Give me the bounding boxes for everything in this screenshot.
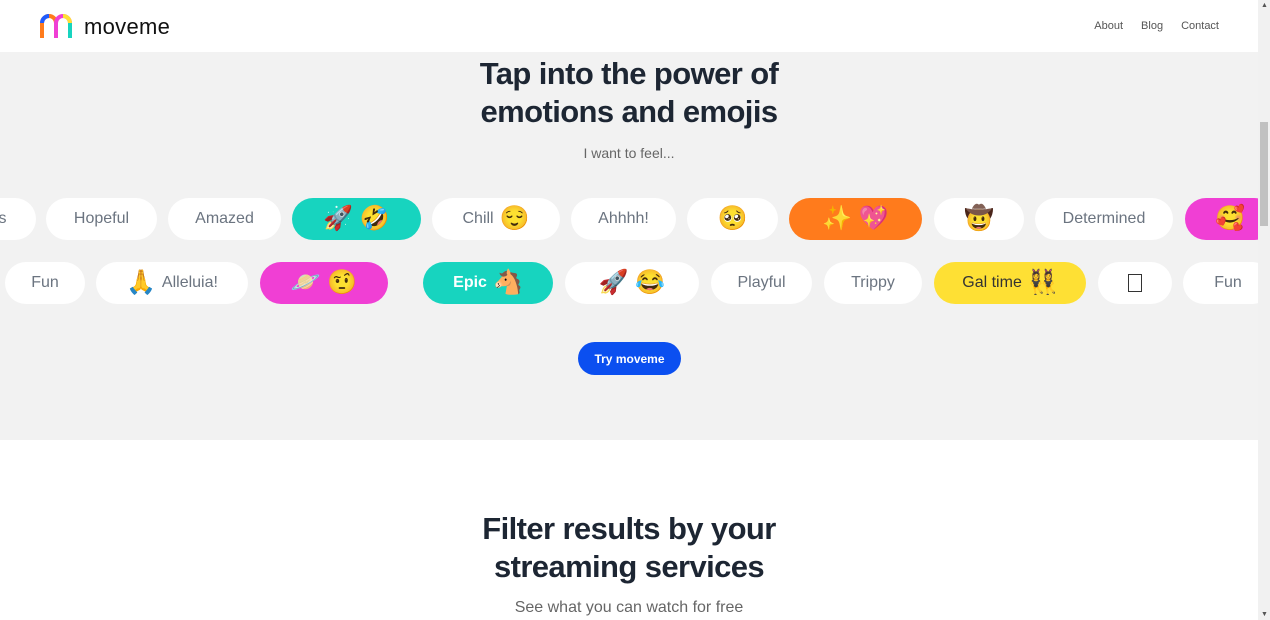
mood-chip-label: es [0,210,7,227]
mood-chip-label: Trippy [851,274,895,291]
emoji-icon: 🚀 😂 [598,269,666,296]
top-nav: About Blog Contact [1094,20,1219,32]
streaming-title: Filter results by your streaming services [0,510,1258,586]
scrollbar[interactable]: ▲ ▼ [1258,0,1270,620]
mood-chip-label: Amazed [195,210,254,227]
page: moveme About Blog Contact Tap into the p… [0,0,1258,620]
mood-chip[interactable]: 🪐 🤨 [260,262,388,304]
emoji-icon: 🥰 [1215,205,1245,232]
mood-chip-label: Fun [31,274,59,291]
hero-title-line1: Tap into the power of [479,56,779,91]
mood-chip[interactable]: 🥰 [1185,198,1258,240]
mood-chip[interactable]: Determined [1035,198,1173,240]
mood-chip-label: Epic [453,274,487,291]
mood-chip[interactable]: Hopeful [46,198,157,240]
site-header: moveme About Blog Contact [0,0,1258,52]
mood-chip[interactable]: Trippy [824,262,922,304]
emoji-icon: 🤠 [964,205,994,232]
mood-chip-label: Hopeful [73,210,130,227]
hero-subtitle: I want to feel... [583,145,675,161]
mood-chip[interactable] [1098,262,1172,304]
moveme-logo-icon [40,14,72,38]
emoji-icon: 😌 [499,205,530,232]
streaming-title-line1: Filter results by your [482,511,776,546]
emoji-icon: 👯‍♀️ [1027,269,1058,296]
logo[interactable]: moveme [40,14,170,38]
scrollbar-thumb[interactable] [1260,122,1268,226]
scroll-up-icon[interactable]: ▲ [1261,2,1268,9]
mood-chip[interactable]: 🙏 Alleluia! [96,262,248,304]
mood-chip[interactable]: Fun [5,262,85,304]
hero-title: Tap into the power of emotions and emojis [0,55,1258,131]
emoji-icon: 🚀 🤣 [323,205,390,232]
mood-chip[interactable]: Epic 🐴 [423,262,553,304]
nav-blog[interactable]: Blog [1141,20,1163,32]
emoji-icon: 🥺 [717,205,748,232]
emoji-icon: 🪐 🤨 [290,269,358,296]
emoji-icon: 🙏 [126,269,156,296]
mood-chip[interactable]: Chill 😌 [432,198,560,240]
brand-name: moveme [84,14,171,39]
streaming-title-line2: streaming services [493,549,765,584]
mood-chip[interactable]: Gal time 👯‍♀️ [934,262,1086,304]
nav-contact[interactable]: Contact [1181,20,1219,32]
mood-chip[interactable]: 🥺 [687,198,778,240]
mood-chip-label: Fun [1214,274,1242,291]
nav-about[interactable]: About [1094,20,1123,32]
mood-chip-label: Ahhhh! [598,210,649,227]
emoji-icon: 🐴 [492,269,523,296]
mood-chip-label: Gal time [962,274,1022,291]
streaming-subtitle: See what you can watch for free [514,599,744,616]
missing-glyph-icon [1128,274,1142,292]
mood-chip[interactable]: Ahhhh! [571,198,676,240]
mood-chip-label: Chill [462,210,494,227]
mood-chip-label: Alleluia! [161,274,218,291]
scroll-down-icon[interactable]: ▼ [1261,611,1268,618]
mood-chip[interactable]: 🤠 [934,198,1024,240]
mood-chip[interactable]: Amazed [168,198,281,240]
mood-chip-label: Playful [737,274,786,291]
mood-chip[interactable]: Playful [711,262,812,304]
hero-title-line2: emotions and emojis [480,94,779,129]
mood-chip[interactable]: 🚀 🤣 [292,198,421,240]
mood-chip-label: Determined [1062,210,1146,227]
try-moveme-button[interactable]: Try moveme [578,342,681,375]
emoji-icon: ✨ 💖 [822,205,889,232]
mood-chip[interactable]: Fun [1183,262,1258,304]
mood-chip[interactable]: ✨ 💖 [789,198,922,240]
mood-chip[interactable]: 🚀 😂 [565,262,699,304]
